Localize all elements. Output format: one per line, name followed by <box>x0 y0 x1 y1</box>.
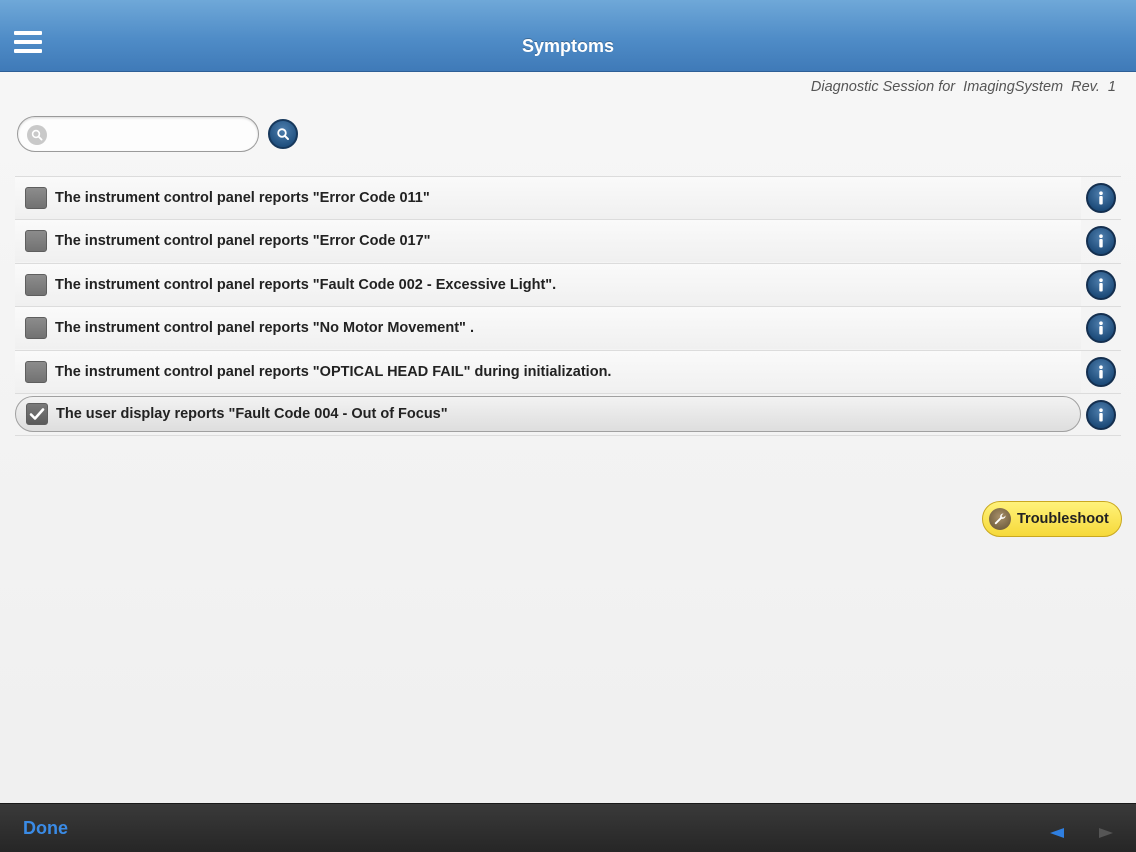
symptom-checkbox[interactable] <box>25 360 47 383</box>
session-info: Diagnostic Session for ImagingSystem Rev… <box>807 79 1116 95</box>
session-rev-number: 1 <box>1107 79 1116 95</box>
symptom-label: The instrument control panel reports "OP… <box>55 363 612 380</box>
search-button[interactable] <box>268 119 298 149</box>
info-icon <box>1099 321 1103 335</box>
info-button[interactable] <box>1086 226 1116 257</box>
symptom-item[interactable]: The instrument control panel reports "Fa… <box>15 263 1081 306</box>
done-button[interactable]: Done <box>23 818 68 839</box>
session-prefix: Diagnostic Session for <box>810 79 956 95</box>
symptom-checkbox[interactable] <box>25 187 47 209</box>
symptom-item[interactable]: The user display reports "Fault Code 004… <box>15 395 1081 432</box>
symptom-row: The instrument control panel reports "Er… <box>15 219 1121 263</box>
search-box <box>17 116 259 152</box>
info-button[interactable] <box>1086 183 1116 213</box>
info-icon <box>1099 234 1103 248</box>
info-icon <box>1099 408 1103 422</box>
symptom-label: The instrument control panel reports "No… <box>55 320 474 337</box>
symptom-label: The instrument control panel reports "Er… <box>55 190 430 206</box>
symptom-checkbox[interactable] <box>25 230 47 253</box>
info-icon <box>1099 191 1103 205</box>
app-window: Symptoms Diagnostic Session for ImagingS… <box>0 0 1136 852</box>
footer-toolbar: Done <box>0 803 1136 852</box>
previous-arrow-icon[interactable] <box>1050 825 1064 843</box>
page-title: Symptoms <box>521 36 615 56</box>
info-button[interactable] <box>1086 356 1116 387</box>
info-button[interactable] <box>1086 313 1116 344</box>
symptom-row: The instrument control panel reports "Fa… <box>15 262 1121 306</box>
search-field-icon <box>27 125 47 145</box>
symptom-row: The instrument control panel reports "No… <box>15 306 1121 350</box>
symptom-list: The instrument control panel reports "Er… <box>15 176 1121 437</box>
symptom-item[interactable]: The instrument control panel reports "No… <box>15 307 1081 350</box>
symptom-checkbox[interactable] <box>25 273 47 296</box>
info-button[interactable] <box>1086 399 1116 430</box>
symptom-row: The instrument control panel reports "OP… <box>15 349 1121 393</box>
symptom-row-selected: The user display reports "Fault Code 004… <box>15 392 1121 437</box>
symptom-checkbox[interactable] <box>25 317 47 340</box>
info-icon <box>1099 278 1103 292</box>
symptom-checkbox-checked[interactable] <box>26 402 48 425</box>
search-input[interactable] <box>54 123 250 147</box>
troubleshoot-label: Troubleshoot <box>1017 511 1109 527</box>
checkmark-icon <box>29 408 45 420</box>
next-arrow-icon[interactable] <box>1099 825 1113 843</box>
session-rev-label: Rev. <box>1071 79 1100 95</box>
header-bar: Symptoms <box>0 0 1136 72</box>
symptom-label: The instrument control panel reports "Er… <box>55 233 431 250</box>
symptom-label: The instrument control panel reports "Fa… <box>55 276 557 293</box>
info-icon <box>1099 364 1103 379</box>
symptom-item[interactable]: The instrument control panel reports "Er… <box>15 220 1081 263</box>
info-button[interactable] <box>1086 269 1116 300</box>
search-icon <box>277 128 289 140</box>
session-system: ImagingSystem <box>963 79 1064 95</box>
symptom-row: The instrument control panel reports "Er… <box>15 176 1121 219</box>
wrench-icon <box>989 508 1011 530</box>
symptom-item[interactable]: The instrument control panel reports "Er… <box>15 177 1081 219</box>
symptom-item[interactable]: The instrument control panel reports "OP… <box>15 350 1081 393</box>
troubleshoot-button[interactable]: Troubleshoot <box>982 501 1122 537</box>
symptom-label: The user display reports "Fault Code 004… <box>56 405 448 422</box>
